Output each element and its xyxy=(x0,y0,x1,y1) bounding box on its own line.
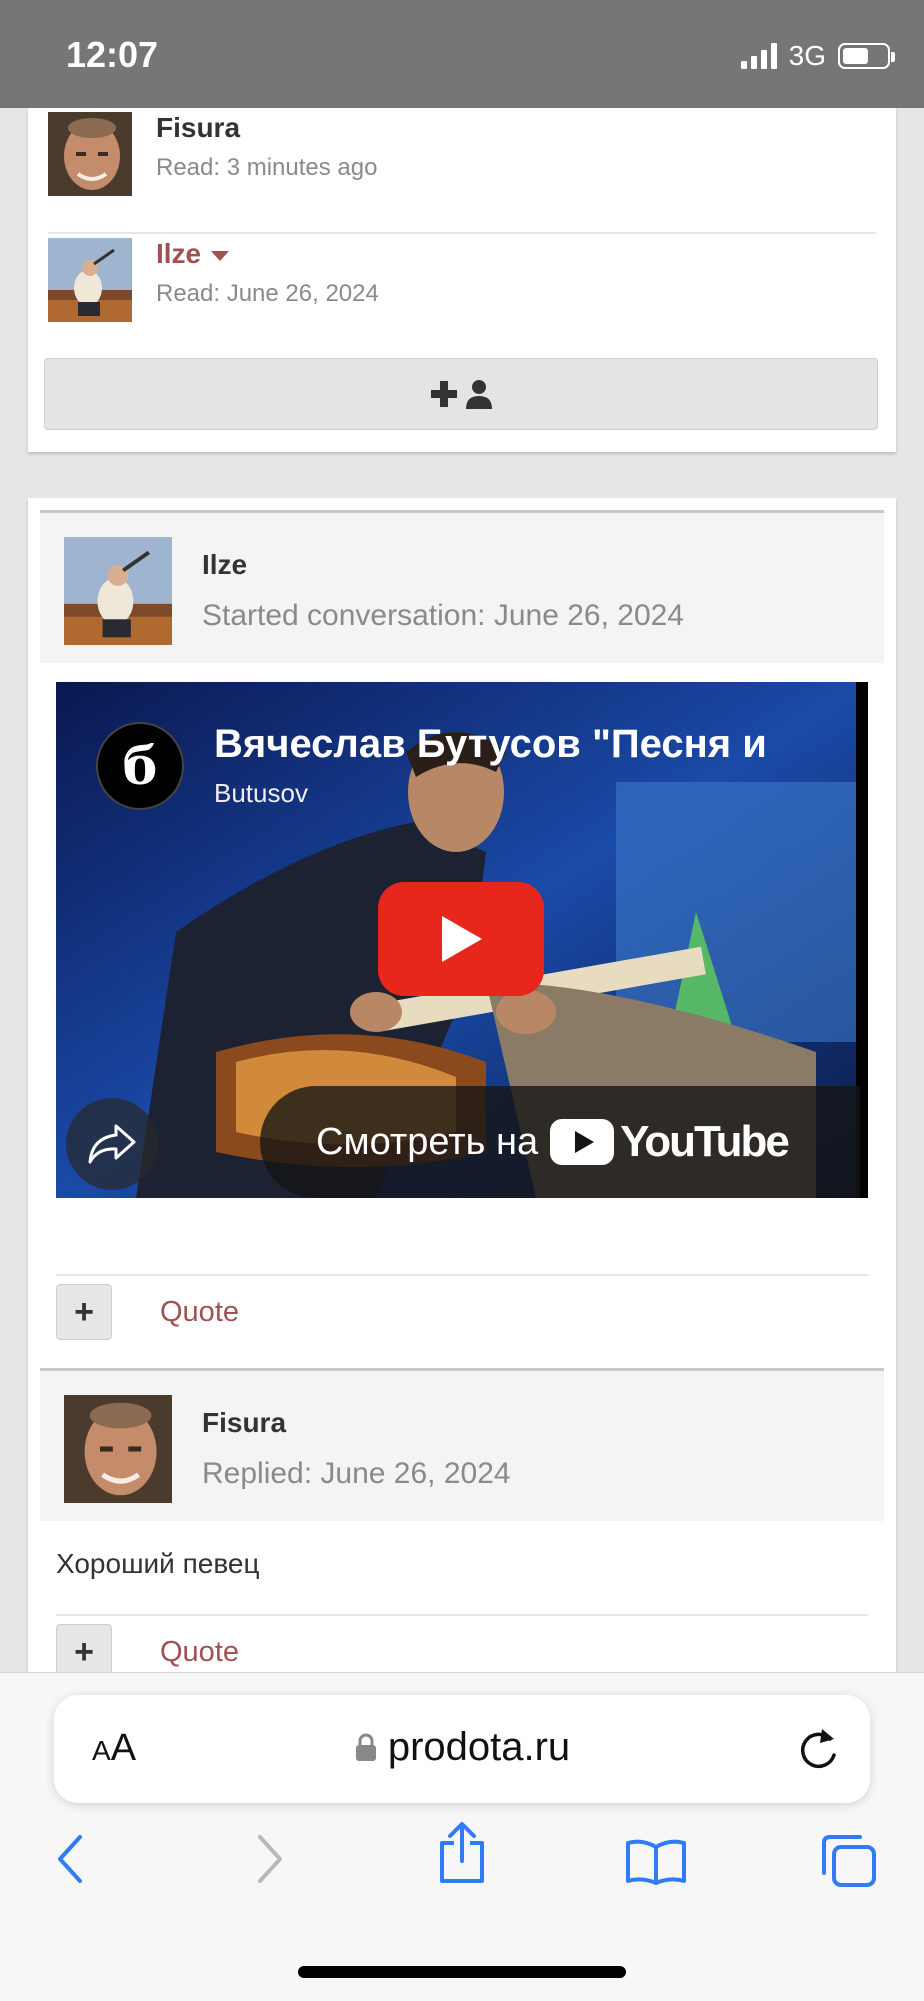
youtube-wordmark: YouTube xyxy=(620,1117,790,1166)
play-button[interactable] xyxy=(378,882,544,996)
avatar-ilze[interactable] xyxy=(48,238,132,322)
share-icon[interactable] xyxy=(434,1821,490,1885)
network-label: 3G xyxy=(788,40,826,71)
video-title[interactable]: Вячеслав Бутусов "Песня и xyxy=(214,722,854,767)
message-author[interactable]: Fisura xyxy=(202,1407,286,1439)
browser-toolbar: AA prodota.ru xyxy=(0,1672,924,2001)
participant-read-status: Read: June 26, 2024 xyxy=(156,280,379,307)
play-icon xyxy=(442,916,482,962)
avatar-ilze[interactable] xyxy=(64,537,172,645)
participants-card: Fisura Read: 3 minutes ago Ilze Read: Ju… xyxy=(28,108,896,452)
dropdown-caret-icon[interactable] xyxy=(211,250,230,261)
address-bar[interactable]: AA prodota.ru xyxy=(54,1695,870,1803)
message-actions: + Quote xyxy=(56,1274,868,1346)
participant-read-status: Read: 3 minutes ago xyxy=(156,154,378,181)
url-display[interactable]: prodota.ru xyxy=(54,1725,870,1770)
message-header: Fisura Replied: June 26, 2024 xyxy=(40,1368,884,1521)
add-participant-button[interactable] xyxy=(44,358,878,430)
participant-row[interactable]: Fisura Read: 3 minutes ago xyxy=(48,108,876,234)
share-arrow-icon xyxy=(88,1124,136,1164)
home-indicator[interactable] xyxy=(298,1966,626,1978)
avatar-fisura[interactable] xyxy=(64,1395,172,1503)
video-channel[interactable]: Butusov xyxy=(214,778,308,809)
watch-on-label: Смотреть на xyxy=(316,1120,539,1163)
avatar-fisura[interactable] xyxy=(48,112,132,196)
message-header: Ilze Started conversation: June 26, 2024 xyxy=(40,510,884,663)
back-icon[interactable] xyxy=(52,1833,88,1885)
reload-icon[interactable] xyxy=(796,1725,840,1773)
share-button[interactable] xyxy=(66,1098,158,1190)
message-body: Хороший певец xyxy=(56,1548,260,1579)
quote-link[interactable]: Quote xyxy=(160,1296,239,1329)
lock-icon xyxy=(355,1733,376,1761)
quote-link[interactable]: Quote xyxy=(160,1636,239,1669)
youtube-icon xyxy=(550,1119,615,1165)
status-indicators: 3G xyxy=(740,40,895,72)
status-time: 12:07 xyxy=(66,34,159,75)
battery-icon xyxy=(838,43,895,69)
status-bar: 12:07 3G xyxy=(0,0,924,108)
participant-row[interactable]: Ilze Read: June 26, 2024 xyxy=(48,234,876,360)
youtube-embed[interactable]: б Вячеслав Бутусов "Песня и Butusov Смот… xyxy=(56,682,868,1198)
multiquote-plus-button[interactable]: + xyxy=(56,1284,112,1340)
participant-name[interactable]: Ilze xyxy=(156,238,230,270)
user-icon xyxy=(466,380,492,409)
channel-logo[interactable]: б xyxy=(96,722,184,810)
forward-icon[interactable] xyxy=(252,1833,288,1885)
plus-icon xyxy=(431,381,457,407)
bookmarks-icon[interactable] xyxy=(624,1837,688,1885)
youtube-logo: YouTube xyxy=(550,1117,790,1167)
participant-name[interactable]: Fisura xyxy=(156,112,240,144)
message-date: Started conversation: June 26, 2024 xyxy=(202,599,684,632)
watch-on-youtube-button[interactable]: Смотреть на YouTube xyxy=(260,1086,860,1198)
tabs-icon[interactable] xyxy=(818,1833,878,1889)
conversation-card: Ilze Started conversation: June 26, 2024 xyxy=(28,498,896,1680)
signal-icon xyxy=(740,43,777,69)
message-author[interactable]: Ilze xyxy=(202,549,247,581)
message-date: Replied: June 26, 2024 xyxy=(202,1457,511,1490)
